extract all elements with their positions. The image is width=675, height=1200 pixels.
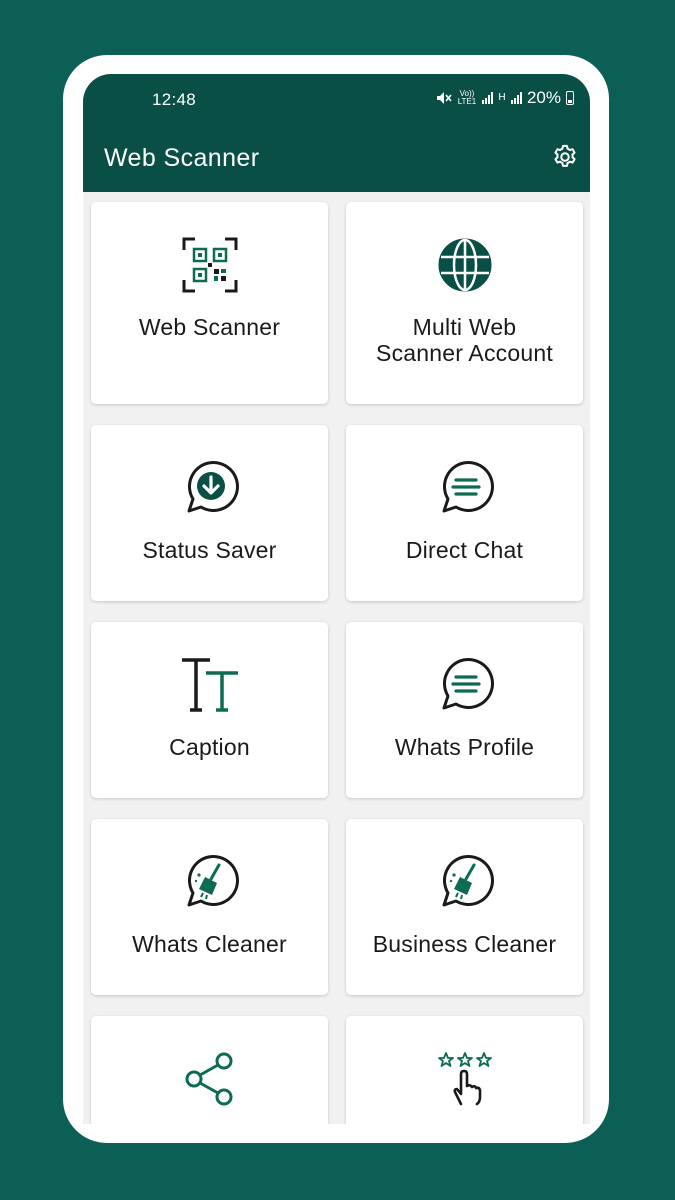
status-time: 12:48 — [152, 90, 197, 109]
signal-icon — [481, 92, 493, 104]
chat-broom-icon — [435, 852, 495, 912]
chat-broom-icon — [180, 852, 240, 912]
menu-card-whats-profile[interactable]: Whats Profile — [346, 622, 583, 798]
volte-label: Vo)) LTE1 — [457, 89, 477, 106]
gear-icon — [554, 144, 576, 167]
menu-card-label: Whats Profile — [394, 734, 535, 760]
app-bar: 12:48 Vo)) LTE1 H 20% Web Scanner — [83, 74, 590, 192]
menu-card-caption[interactable]: Caption — [91, 622, 328, 798]
menu-card-label: Caption — [169, 734, 250, 760]
globe-icon — [435, 235, 495, 295]
menu-card-rate[interactable] — [346, 1016, 583, 1124]
menu-card-direct-chat[interactable]: Direct Chat — [346, 425, 583, 601]
share-icon — [180, 1049, 240, 1109]
menu-card-label: Web Scanner — [138, 314, 281, 340]
battery-icon — [566, 91, 574, 105]
menu-card-business-cleaner[interactable]: Business Cleaner — [346, 819, 583, 995]
mute-icon — [436, 92, 452, 104]
menu-card-label: Status Saver — [142, 537, 277, 563]
menu-card-web-scanner[interactable]: Web Scanner — [91, 202, 328, 404]
rate-stars-icon — [435, 1049, 495, 1109]
menu-card-label: Direct Chat — [405, 537, 524, 563]
text-caption-icon — [180, 655, 240, 715]
menu-card-whats-cleaner[interactable]: Whats Cleaner — [91, 819, 328, 995]
network-label: H — [498, 92, 506, 103]
chat-download-icon — [180, 458, 240, 518]
menu-card-label: Business Cleaner — [372, 931, 557, 957]
menu-card-share[interactable] — [91, 1016, 328, 1124]
status-icons: Vo)) LTE1 H 20% — [436, 88, 574, 108]
menu-card-status-saver[interactable]: Status Saver — [91, 425, 328, 601]
settings-button[interactable] — [550, 142, 580, 172]
battery-percent: 20% — [526, 88, 561, 107]
chat-lines-icon — [435, 458, 495, 518]
page-title: Web Scanner — [104, 144, 260, 172]
menu-card-label: Multi Web Scanner Account — [376, 314, 553, 366]
chat-lines-icon — [435, 655, 495, 715]
signal-icon-2 — [510, 92, 522, 104]
app-screen: 12:48 Vo)) LTE1 H 20% Web Scanner Web Sc… — [83, 74, 590, 1124]
qr-scan-icon — [180, 235, 240, 295]
menu-card-multi-web-scanner[interactable]: Multi Web Scanner Account — [346, 202, 583, 404]
menu-card-label: Whats Cleaner — [132, 931, 287, 957]
